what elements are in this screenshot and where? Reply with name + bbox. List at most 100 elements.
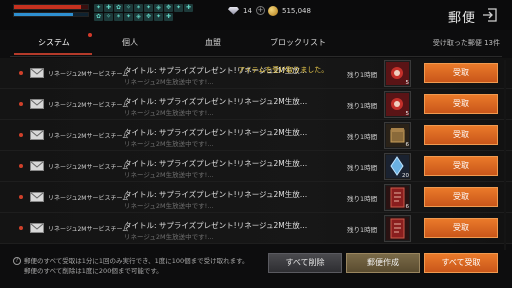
buff-icon[interactable]: ◈	[154, 4, 163, 12]
delete-all-button[interactable]: すべて削除	[268, 253, 342, 273]
buff-icon[interactable]: ✧	[104, 13, 113, 21]
footer-note-line2: 郵便のすべて削除は1度に200個まで可能です。	[24, 267, 163, 275]
mail-row[interactable]: リネージュ2Mサービスチーム タイトル: サプライズプレゼント!リネージュ2M生…	[0, 120, 512, 151]
item-quantity: 6	[405, 142, 410, 148]
gold-amount: 515,048	[282, 7, 311, 15]
mail-sender: リネージュ2Mサービスチーム	[48, 226, 129, 233]
item-quantity: 20	[402, 173, 409, 179]
envelope-icon	[30, 130, 44, 140]
buff-icon[interactable]: ✧	[124, 4, 133, 12]
diamond-amount: 14	[243, 6, 252, 15]
mail-row[interactable]: リネージュ2Mサービスチーム タイトル: サプライズプレゼント!リネージュ2M生…	[0, 182, 512, 213]
attached-item-icon[interactable]: 5	[384, 91, 411, 118]
buff-icon[interactable]: ✚	[184, 4, 193, 12]
attached-item-icon[interactable]: 20	[384, 153, 411, 180]
mail-sender: リネージュ2Mサービスチーム	[48, 195, 129, 202]
unread-dot	[19, 164, 23, 168]
exit-icon[interactable]	[482, 7, 498, 23]
unread-dot	[19, 71, 23, 75]
divider	[10, 56, 502, 57]
buff-icon[interactable]: ✿	[94, 13, 103, 21]
mail-subject: タイトル: サプライズプレゼント!リネージュ2M生放…	[124, 221, 308, 230]
claim-button[interactable]: 受取	[424, 187, 498, 207]
tab-system-new-dot	[88, 33, 92, 37]
footer-note: 郵便のすべて受取は1分に1回のみ実行でき、1度に100個まで受け取れます。 郵便…	[24, 256, 249, 276]
buff-icon[interactable]: ✦	[174, 4, 183, 12]
scrollbar[interactable]	[504, 60, 506, 250]
page-title: 郵便	[448, 11, 477, 26]
claim-all-button[interactable]: すべて受取	[424, 253, 498, 273]
mail-sender: リネージュ2Mサービスチーム	[48, 102, 129, 109]
diamond-icon	[228, 6, 239, 15]
mp-bar	[13, 12, 89, 17]
mail-row[interactable]: リネージュ2Mサービスチーム タイトル: サプライズプレゼント!リネージュ2M生…	[0, 151, 512, 182]
mail-row[interactable]: リネージュ2Mサービスチーム タイトル: サプライズプレゼント!リネージュ2M生…	[0, 89, 512, 120]
tab-personal[interactable]: 個人	[122, 37, 138, 48]
unread-dot	[19, 226, 23, 230]
buff-icon[interactable]: ✦	[124, 13, 133, 21]
compose-mail-button[interactable]: 郵便作成	[346, 253, 420, 273]
active-tab-indicator	[14, 53, 92, 55]
item-quantity: 5	[405, 80, 410, 86]
add-diamond-icon[interactable]: +	[255, 6, 265, 15]
gold-counter: 515,048	[268, 6, 311, 16]
buff-icon[interactable]: ✿	[114, 4, 123, 12]
tab-clan[interactable]: 血盟	[205, 37, 221, 48]
mail-subject: タイトル: サプライズプレゼント!リネージュ2M生放…	[124, 159, 308, 168]
mail-preview: リネージュ2M生放送中です!…	[124, 171, 214, 179]
envelope-icon	[30, 223, 44, 233]
tab-system[interactable]: システム	[38, 37, 70, 48]
hp-bar	[13, 4, 89, 10]
info-icon: ?	[13, 257, 21, 265]
attached-item-icon[interactable]: 5	[384, 60, 411, 87]
unread-dot	[19, 195, 23, 199]
mail-preview: リネージュ2M生放送中です!…	[124, 202, 214, 210]
buff-icon[interactable]: ✥	[144, 13, 153, 21]
buff-icon[interactable]: ✶	[114, 13, 123, 21]
envelope-icon	[30, 161, 44, 171]
unread-dot	[19, 102, 23, 106]
claim-button[interactable]: 受取	[424, 63, 498, 83]
buff-icon[interactable]: ✦	[154, 13, 163, 21]
mail-row[interactable]: リネージュ2Mサービスチーム タイトル: サプライズプレゼント!リネージュ2M生…	[0, 213, 512, 244]
attached-item-icon[interactable]: 6	[384, 122, 411, 149]
toast-message: アイテムを受け取りました。	[238, 66, 329, 74]
item-quantity: 6	[405, 204, 410, 210]
mail-time-remaining: 残り1時間	[347, 226, 378, 234]
mail-subject: タイトル: サプライズプレゼント!リネージュ2M生放…	[124, 190, 308, 199]
mail-sender: リネージュ2Mサービスチーム	[48, 71, 129, 78]
buff-icon[interactable]: ✚	[164, 13, 173, 21]
buff-icon[interactable]: ✶	[134, 4, 143, 12]
mail-subject: タイトル: サプライズプレゼント!リネージュ2M生放…	[124, 128, 308, 137]
attached-item-icon[interactable]	[384, 215, 411, 242]
mail-preview: リネージュ2M生放送中です!…	[124, 109, 214, 117]
mail-preview: リネージュ2M生放送中です!…	[124, 140, 214, 148]
mail-time-remaining: 残り1時間	[347, 164, 378, 172]
tab-blocklist[interactable]: ブロックリスト	[270, 37, 326, 48]
mail-count: 受け取った郵便 13件	[432, 39, 500, 47]
claim-button[interactable]: 受取	[424, 218, 498, 238]
claim-button[interactable]: 受取	[424, 94, 498, 114]
claim-button[interactable]: 受取	[424, 156, 498, 176]
mail-preview: リネージュ2M生放送中です!…	[124, 233, 214, 241]
buff-icon[interactable]: ✦	[94, 4, 103, 12]
mail-time-remaining: 残り1時間	[347, 102, 378, 110]
mail-sender: リネージュ2Mサービスチーム	[48, 133, 129, 140]
claim-button[interactable]: 受取	[424, 125, 498, 145]
buff-icon[interactable]: ◈	[134, 13, 143, 21]
mail-time-remaining: 残り1時間	[347, 195, 378, 203]
item-quantity: 5	[405, 111, 410, 117]
mail-time-remaining: 残り1時間	[347, 71, 378, 79]
gold-coin-icon	[268, 6, 278, 16]
mp-fill	[14, 13, 74, 16]
buff-icon[interactable]: ✚	[104, 4, 113, 12]
mail-time-remaining: 残り1時間	[347, 133, 378, 141]
envelope-icon	[30, 99, 44, 109]
mail-list: リネージュ2Mサービスチーム タイトル: サプライズプレゼント!リネージュ2M生…	[0, 58, 512, 244]
diamond-counter: 14 +	[228, 6, 265, 15]
mail-subject: タイトル: サプライズプレゼント!リネージュ2M生放…	[124, 97, 308, 106]
envelope-icon	[30, 192, 44, 202]
buff-icon[interactable]: ✦	[144, 4, 153, 12]
buff-icon[interactable]: ✥	[164, 4, 173, 12]
attached-item-icon[interactable]: 6	[384, 184, 411, 211]
